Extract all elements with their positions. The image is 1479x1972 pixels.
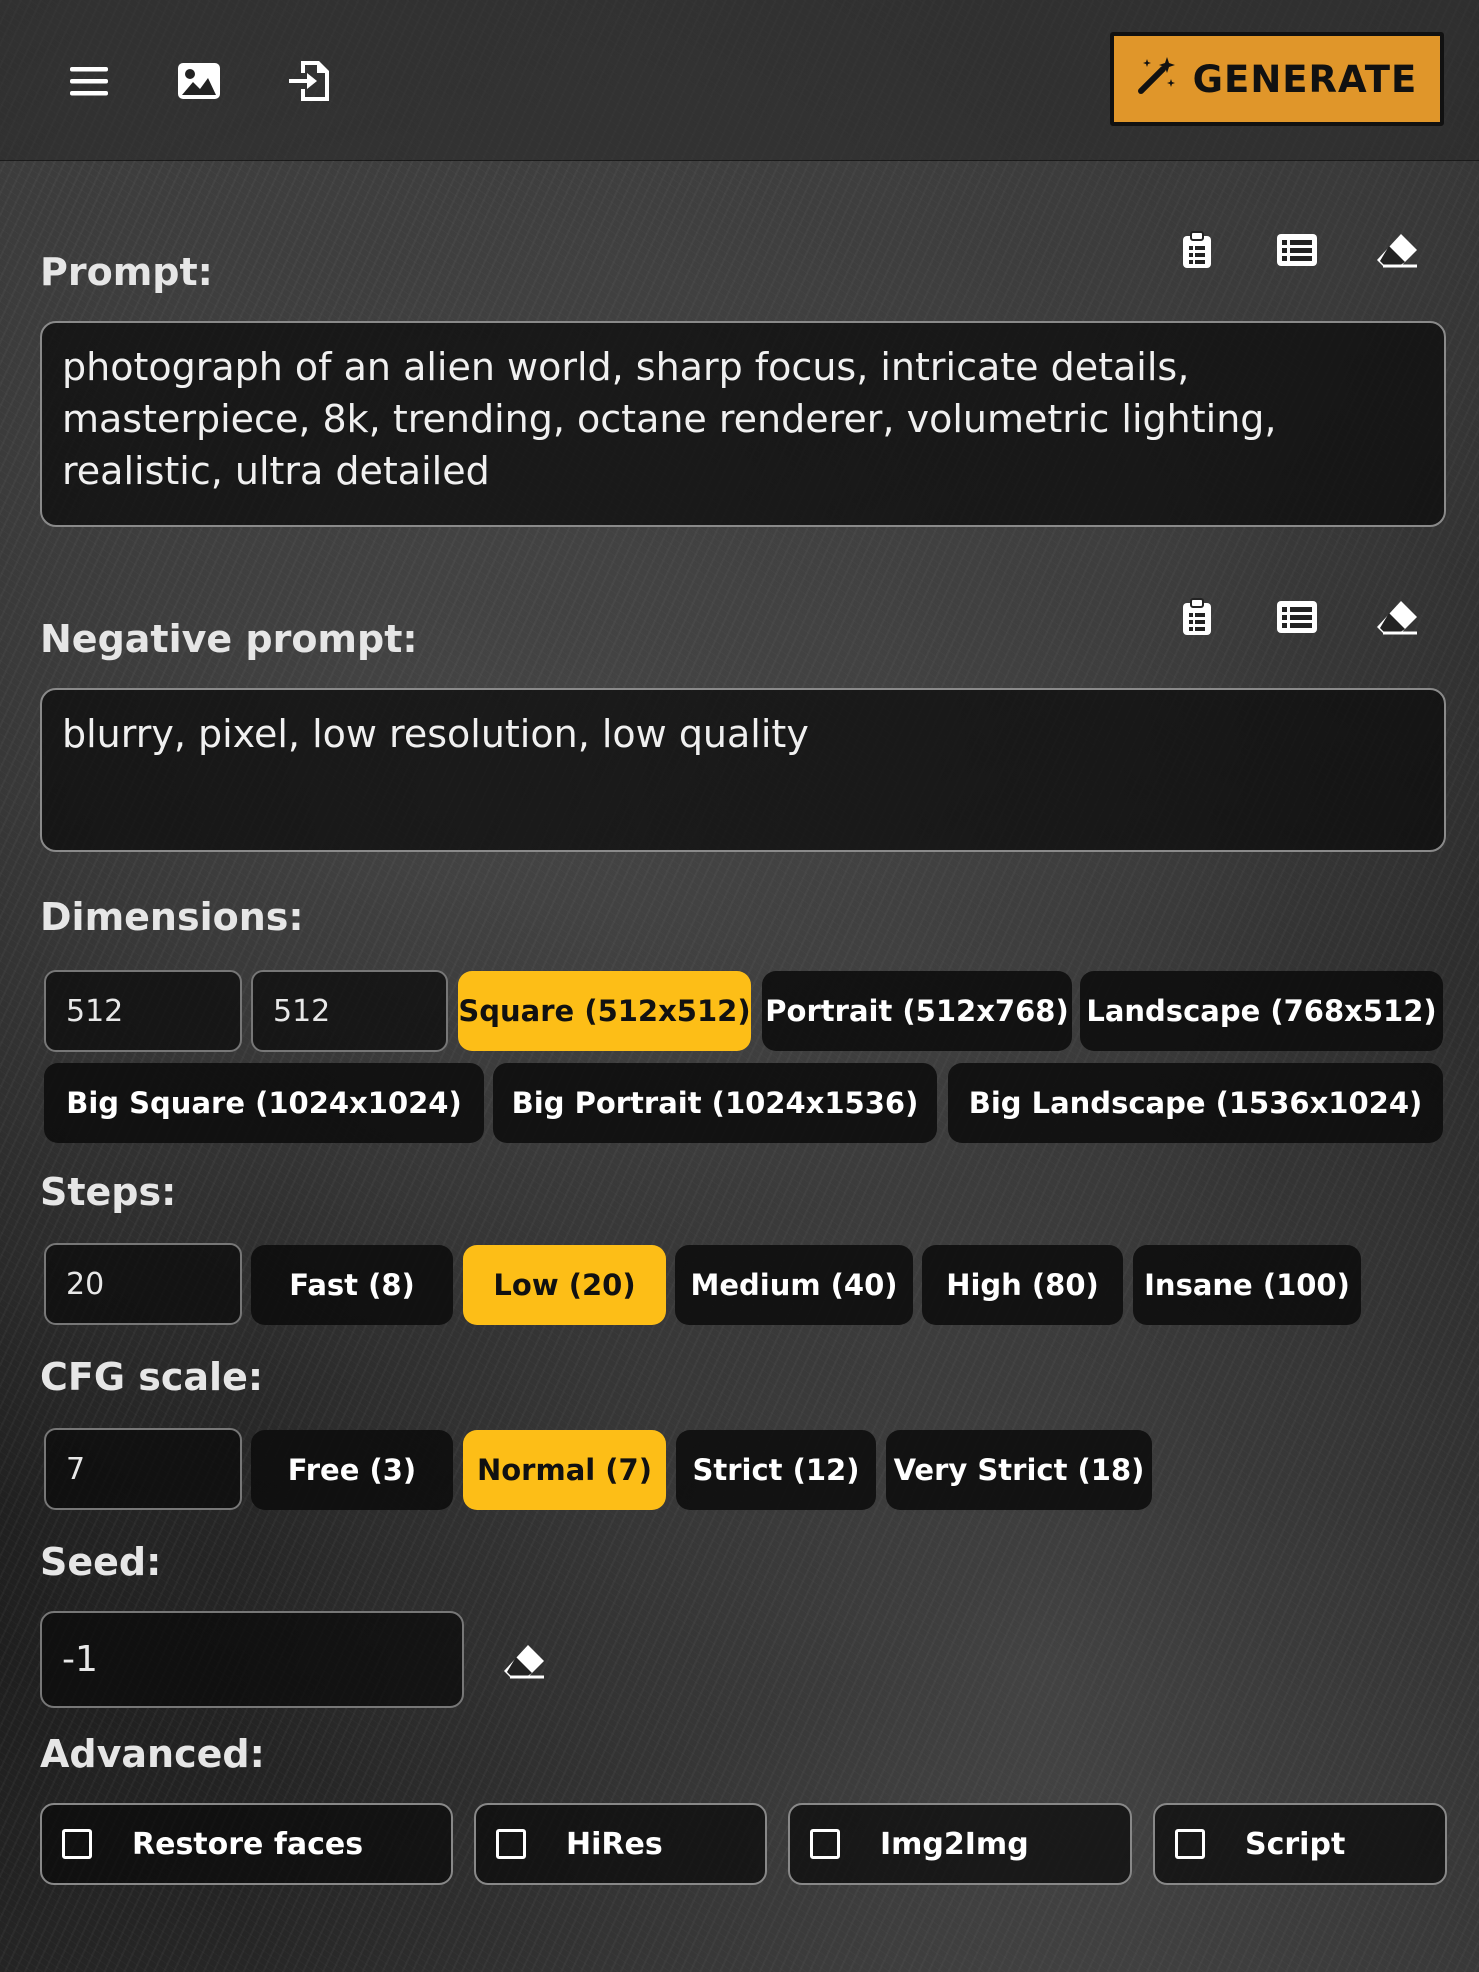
restore-faces-checkbox[interactable]: Restore faces xyxy=(40,1803,453,1885)
steps-preset-fast[interactable]: Fast (8) xyxy=(251,1245,453,1325)
dimensions-label: Dimensions: xyxy=(40,895,304,939)
dimension-preset-big-landscape[interactable]: Big Landscape (1536x1024) xyxy=(948,1063,1443,1143)
list-icon[interactable] xyxy=(1272,592,1322,642)
cfg-preset-very-strict[interactable]: Very Strict (18) xyxy=(886,1430,1152,1510)
dimension-preset-landscape[interactable]: Landscape (768x512) xyxy=(1080,971,1443,1051)
prompt-textarea[interactable]: photograph of an alien world, sharp focu… xyxy=(40,321,1446,527)
negative-prompt-label: Negative prompt: xyxy=(40,617,418,661)
cfg-scale-label: CFG scale: xyxy=(40,1355,264,1399)
cfg-preset-free[interactable]: Free (3) xyxy=(251,1430,453,1510)
negative-prompt-textarea[interactable]: blurry, pixel, low resolution, low quali… xyxy=(40,688,1446,852)
width-input[interactable]: 512 xyxy=(44,970,242,1052)
dimension-preset-big-square[interactable]: Big Square (1024x1024) xyxy=(44,1063,484,1143)
advanced-label: Advanced: xyxy=(40,1732,265,1776)
checkbox-icon xyxy=(1175,1829,1205,1859)
steps-preset-high[interactable]: High (80) xyxy=(922,1245,1123,1325)
hires-label: HiRes xyxy=(566,1826,663,1862)
generate-button[interactable]: GENERATE xyxy=(1110,32,1444,126)
checkbox-icon xyxy=(810,1829,840,1859)
dimension-preset-big-portrait[interactable]: Big Portrait (1024x1536) xyxy=(493,1063,937,1143)
height-input[interactable]: 512 xyxy=(251,970,448,1052)
cfg-preset-strict[interactable]: Strict (12) xyxy=(676,1430,876,1510)
list-icon[interactable] xyxy=(1272,225,1322,275)
restore-faces-label: Restore faces xyxy=(132,1826,364,1862)
steps-preset-insane[interactable]: Insane (100) xyxy=(1133,1245,1361,1325)
cfg-preset-normal[interactable]: Normal (7) xyxy=(463,1430,666,1510)
top-toolbar: GENERATE xyxy=(0,0,1479,161)
eraser-icon[interactable] xyxy=(1372,225,1422,275)
script-checkbox[interactable]: Script xyxy=(1153,1803,1447,1885)
eraser-icon[interactable] xyxy=(1372,592,1422,642)
seed-input[interactable]: -1 xyxy=(40,1611,464,1708)
file-import-icon[interactable] xyxy=(286,58,332,104)
steps-preset-low[interactable]: Low (20) xyxy=(463,1245,666,1325)
dimension-preset-portrait[interactable]: Portrait (512x768) xyxy=(762,971,1072,1051)
clipboard-icon[interactable] xyxy=(1172,225,1222,275)
steps-label: Steps: xyxy=(40,1170,177,1214)
img2img-checkbox[interactable]: Img2Img xyxy=(788,1803,1132,1885)
dimension-preset-square[interactable]: Square (512x512) xyxy=(458,971,751,1051)
seed-label: Seed: xyxy=(40,1540,162,1584)
steps-input[interactable]: 20 xyxy=(44,1243,242,1325)
clipboard-icon[interactable] xyxy=(1172,592,1222,642)
script-label: Script xyxy=(1245,1826,1346,1862)
hamburger-menu-icon[interactable] xyxy=(66,58,112,104)
prompt-actions xyxy=(1172,225,1422,275)
hires-checkbox[interactable]: HiRes xyxy=(474,1803,767,1885)
negative-prompt-actions xyxy=(1172,592,1422,642)
checkbox-icon xyxy=(62,1829,92,1859)
magic-wand-icon xyxy=(1137,55,1177,104)
eraser-icon[interactable] xyxy=(502,1643,548,1679)
checkbox-icon xyxy=(496,1829,526,1859)
steps-preset-medium[interactable]: Medium (40) xyxy=(675,1245,913,1325)
cfg-scale-input[interactable]: 7 xyxy=(44,1428,242,1510)
img2img-label: Img2Img xyxy=(880,1826,1029,1862)
prompt-label: Prompt: xyxy=(40,250,213,294)
image-icon[interactable] xyxy=(176,58,222,104)
generate-label: GENERATE xyxy=(1192,57,1418,101)
